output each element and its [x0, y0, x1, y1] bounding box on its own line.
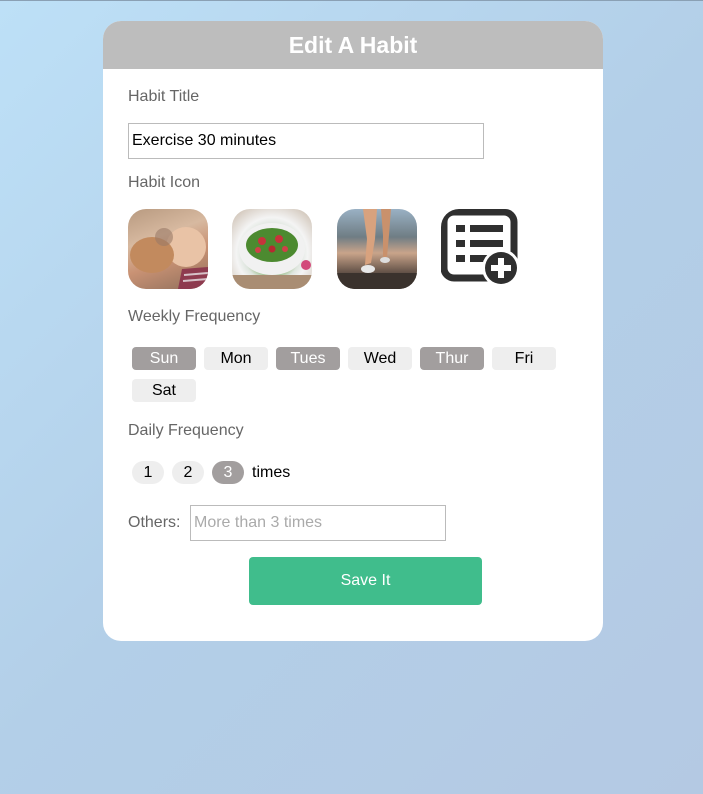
card-title: Edit A Habit [103, 21, 603, 69]
running-icon-option[interactable] [337, 209, 417, 289]
habit-title-input[interactable] [128, 123, 484, 159]
day-wed-button[interactable]: Wed [348, 347, 412, 370]
running-legs-icon [337, 209, 417, 289]
baby-and-cat-icon [130, 227, 208, 289]
day-fri-button[interactable]: Fri [492, 347, 556, 370]
day-sat-button[interactable]: Sat [132, 379, 196, 402]
daily-count-3-button[interactable]: 3 [212, 461, 244, 484]
day-mon-button[interactable]: Mon [204, 347, 268, 370]
others-input[interactable] [190, 505, 446, 541]
add-list-icon [441, 209, 520, 287]
daily-count-2-button[interactable]: 2 [172, 461, 204, 484]
salad-icon-option[interactable] [232, 209, 312, 289]
others-label: Others: [128, 514, 181, 531]
add-new-icon-option[interactable] [441, 209, 523, 291]
times-suffix: times [252, 464, 291, 481]
save-button[interactable]: Save It [249, 557, 482, 605]
day-thur-button[interactable]: Thur [420, 347, 484, 370]
day-sun-button[interactable]: Sun [132, 347, 196, 370]
weekly-frequency-label: Weekly Frequency [128, 308, 261, 325]
day-tues-button[interactable]: Tues [276, 347, 340, 370]
habit-title-label: Habit Title [128, 88, 200, 105]
baby-and-cat-icon-option[interactable] [128, 209, 208, 289]
edit-habit-card: Edit A Habit Habit Title Habit Icon [103, 21, 603, 641]
window-top-border [0, 0, 703, 1]
salad-bowl-icon [232, 223, 312, 289]
daily-count-1-button[interactable]: 1 [132, 461, 164, 484]
habit-icon-label: Habit Icon [128, 174, 201, 191]
daily-frequency-label: Daily Frequency [128, 422, 244, 439]
